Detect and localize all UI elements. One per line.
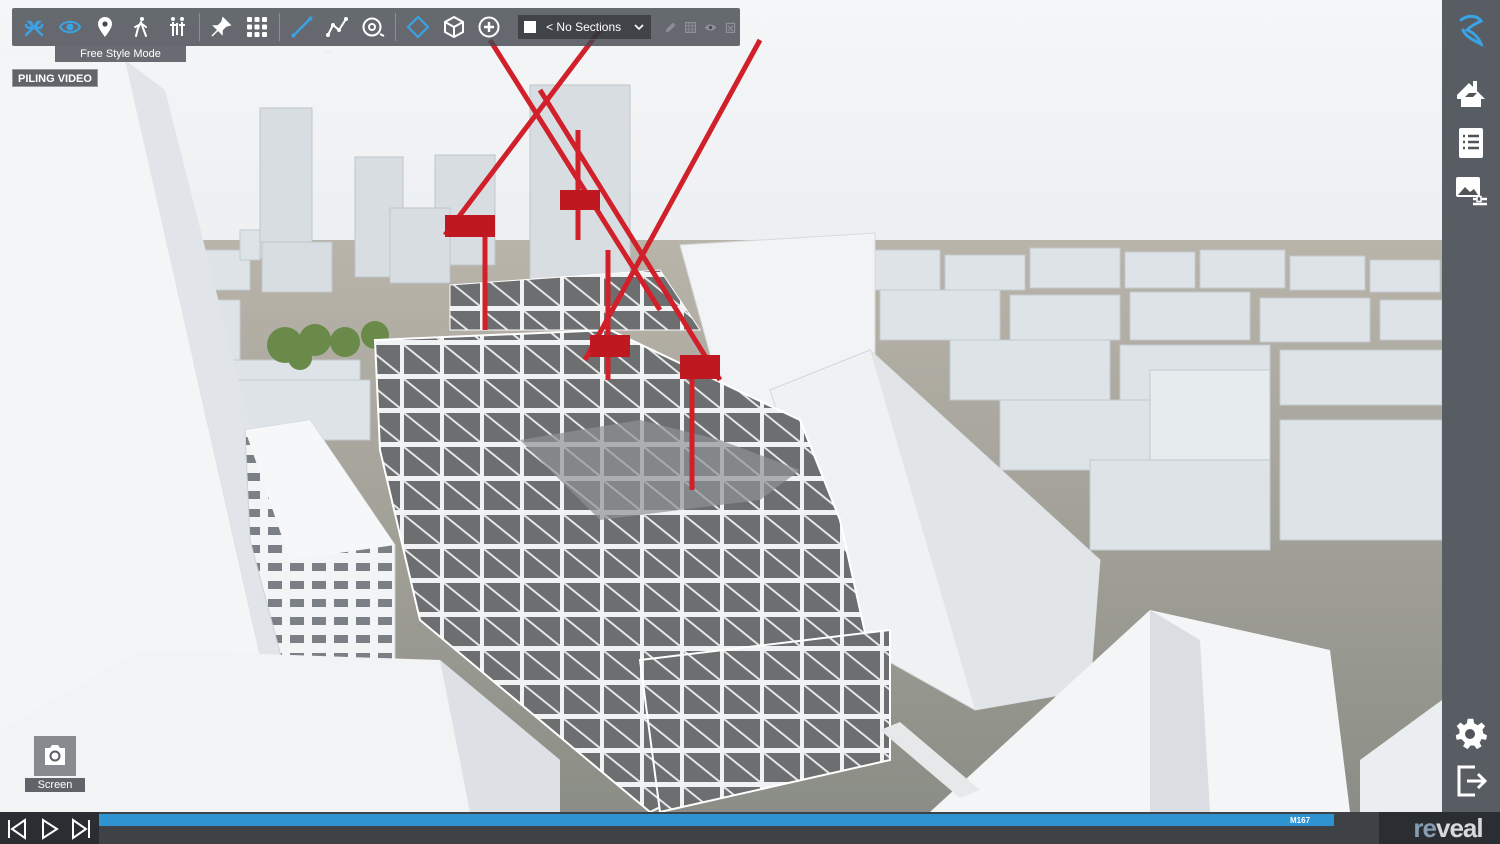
sections-dropdown-value: < No Sections xyxy=(546,20,622,34)
exit-icon[interactable] xyxy=(1451,761,1491,801)
timeline-track[interactable]: M167 xyxy=(99,812,1379,844)
add-section-icon[interactable] xyxy=(471,10,507,44)
tools-icon[interactable] xyxy=(16,10,52,44)
box-section-icon[interactable] xyxy=(436,10,472,44)
settings-icon[interactable] xyxy=(1451,714,1491,754)
right-sidebar xyxy=(1442,0,1500,812)
app-window: < No Sections Free Style Mode PILING VID… xyxy=(0,0,1500,844)
image-settings-icon[interactable] xyxy=(1451,171,1491,211)
sections-dropdown[interactable]: < No Sections xyxy=(517,14,653,40)
play-icon[interactable] xyxy=(34,816,64,842)
chevron-down-icon xyxy=(634,24,644,31)
list-icon[interactable] xyxy=(1451,122,1491,162)
polyline-icon[interactable] xyxy=(320,10,356,44)
people-icon[interactable] xyxy=(159,10,195,44)
skip-forward-icon[interactable] xyxy=(66,816,96,842)
screen-capture-label: Screen xyxy=(25,778,85,792)
orbit-icon[interactable] xyxy=(355,10,391,44)
plane-section-icon[interactable] xyxy=(400,10,436,44)
tooltip-caret-icon xyxy=(323,48,333,54)
skip-back-icon[interactable] xyxy=(2,816,32,842)
brand-logo: reveal xyxy=(1413,813,1483,843)
measure-line-icon[interactable] xyxy=(284,10,320,44)
pencil-icon[interactable] xyxy=(660,17,680,37)
map-pin-icon[interactable] xyxy=(87,10,123,44)
screen-capture-button[interactable]: Screen xyxy=(25,736,85,794)
playback-bar: M167 xyxy=(0,812,1500,844)
walk-icon[interactable] xyxy=(123,10,159,44)
toolbar-divider xyxy=(278,13,280,41)
3d-viewport[interactable] xyxy=(0,0,1442,812)
logo-icon[interactable] xyxy=(1451,10,1491,50)
home-view-icon[interactable] xyxy=(1451,73,1491,113)
grid-icon[interactable] xyxy=(239,10,275,44)
section-color-swatch xyxy=(524,21,537,33)
section-tools xyxy=(660,17,740,37)
piling-video-label[interactable]: PILING VIDEO xyxy=(12,69,98,87)
top-toolbar: < No Sections xyxy=(12,8,740,46)
table-icon[interactable] xyxy=(680,17,700,37)
visibility-icon[interactable] xyxy=(700,17,720,37)
mode-tooltip: Free Style Mode xyxy=(55,46,186,62)
camera-icon xyxy=(34,736,76,776)
toolbar-divider xyxy=(198,13,200,41)
toolbar-divider xyxy=(395,13,396,41)
pin-icon[interactable] xyxy=(204,10,240,44)
eye-icon[interactable] xyxy=(52,10,88,44)
delete-icon[interactable] xyxy=(720,17,740,37)
timeline-marker-label: M167 xyxy=(1290,816,1311,825)
timeline-progress xyxy=(99,814,1334,826)
